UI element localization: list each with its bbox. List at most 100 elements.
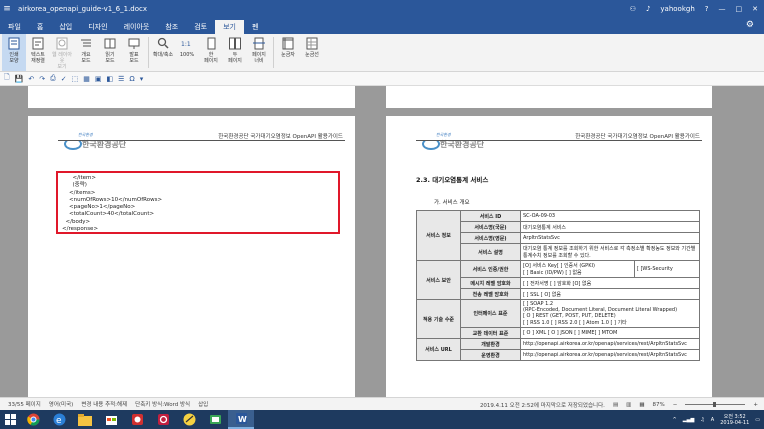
title-bar: ≡ airkorea_openapi_guide-v1_6_1.docx ⚇ ♪… xyxy=(0,0,764,18)
window-title: airkorea_openapi_guide-v1_6_1.docx xyxy=(18,5,148,13)
more-icon[interactable]: ▾ xyxy=(140,75,144,83)
file-explorer-icon[interactable] xyxy=(72,410,98,429)
row-value-extra: [ ]WS-Security xyxy=(633,260,701,278)
row-value: SC-OA-09-03 xyxy=(520,210,700,222)
last-saved-status: 2019.4.11 오전 2:52에 마지막으로 저장되었습니다. xyxy=(479,402,605,409)
word-icon[interactable]: W xyxy=(228,410,254,429)
volume-icon[interactable]: ♫ xyxy=(700,417,704,423)
minimize-button[interactable]: — xyxy=(719,5,726,13)
row-label: 서비스 ID xyxy=(460,210,521,222)
xml-response-sample[interactable]: </item> (중략) </items> <numOfRows>10</num… xyxy=(56,171,340,234)
row-value: 대기오염통계 서비스 xyxy=(520,221,700,233)
code-line: </items> xyxy=(62,189,96,196)
tab-references[interactable]: 참조 xyxy=(157,20,186,34)
ruler-toggle[interactable]: 눈금자 xyxy=(276,34,300,71)
app-green-icon[interactable] xyxy=(202,410,228,429)
edge-icon[interactable]: e xyxy=(46,410,72,429)
settings-gear-icon[interactable]: ⚙ xyxy=(746,20,754,30)
ime-icon[interactable]: A xyxy=(711,417,714,423)
zoom-in-icon[interactable]: + xyxy=(753,402,758,408)
tab-insert[interactable]: 삽입 xyxy=(51,20,80,34)
print-layout-button[interactable]: 인쇄 모양 xyxy=(2,34,26,71)
zoom-slider-knob[interactable] xyxy=(713,402,717,407)
svg-text:e: e xyxy=(56,416,62,426)
windows-start-icon[interactable] xyxy=(0,410,20,429)
language-indicator[interactable]: 영어(미국) xyxy=(49,400,74,408)
tab-layout[interactable]: 레이아웃 xyxy=(116,20,158,34)
zoom-100-button[interactable]: 1:1 100% xyxy=(175,34,199,71)
document-area[interactable]: 한국환경 한국환경공단 한국환경공단 국가대기오염정보 OpenAPI 활용가이… xyxy=(0,86,764,397)
page-34[interactable]: 한국환경 한국환경공단 한국환경공단 국가대기오염정보 OpenAPI 활용가이… xyxy=(386,116,712,397)
one-page-button[interactable]: 한 페이지 xyxy=(199,34,223,71)
redo-icon[interactable]: ↷ xyxy=(39,75,45,83)
multiple-pages-button[interactable]: 두 페이지 xyxy=(223,34,247,71)
gridlines-toggle[interactable]: 눈금선 xyxy=(300,34,324,71)
group-cell: 서비스 URL xyxy=(416,338,461,361)
web-layout-button[interactable]: 웹 레이아웃 보기 xyxy=(50,34,74,71)
zoom-out-icon[interactable]: − xyxy=(673,402,678,408)
zoom-button[interactable]: 확대/축소 xyxy=(151,34,175,71)
tray-expand-icon[interactable]: ^ xyxy=(673,417,677,423)
shortcut-mode-indicator[interactable]: 단축키 방식:Word 방식 xyxy=(135,400,190,408)
clock-date: 2019-04-11 xyxy=(720,419,750,426)
page-indicator[interactable]: 33/55 페이지 xyxy=(8,400,41,408)
page-width-button[interactable]: 페이지 너비 xyxy=(247,34,271,71)
tab-view[interactable]: 보기 xyxy=(215,20,244,34)
share-icon[interactable]: ⚇ xyxy=(630,5,636,13)
app-yellow-icon[interactable] xyxy=(176,410,202,429)
app-red-icon[interactable] xyxy=(124,410,150,429)
network-icon[interactable]: ▂▄▆ xyxy=(683,417,695,423)
help-button[interactable]: ? xyxy=(705,5,709,13)
read-mode-button[interactable]: 읽기 모드 xyxy=(98,34,122,71)
tab-review[interactable]: 검토 xyxy=(186,20,215,34)
gridlines-icon xyxy=(305,36,319,50)
table-icon[interactable]: ▦ xyxy=(83,75,90,83)
picture-icon[interactable]: ▣ xyxy=(95,75,102,83)
notification-icon[interactable]: ♪ xyxy=(646,5,650,13)
close-button[interactable]: ✕ xyxy=(752,5,758,13)
tab-pen[interactable]: 펜 xyxy=(244,20,266,34)
read-view-icon[interactable]: ▥ xyxy=(626,402,631,408)
system-clock[interactable]: 오전 3:52 2019-04-11 xyxy=(720,414,749,426)
user-name[interactable]: yahookgh xyxy=(660,5,694,13)
ribbon-separator xyxy=(273,37,274,68)
shapes-icon[interactable]: ◧ xyxy=(106,75,113,83)
presentation-mode-button[interactable]: 발표 모드 xyxy=(122,34,146,71)
tab-home[interactable]: 홈 xyxy=(29,20,51,34)
text-reflow-button[interactable]: 텍스트 재정렬 xyxy=(26,34,50,71)
spelling-icon[interactable]: ✓ xyxy=(61,75,67,83)
track-changes-indicator[interactable]: 변경 내용 추적:해제 xyxy=(81,400,127,408)
header-guide-title: 한국환경공단 국가대기오염정보 OpenAPI 활용가이드 xyxy=(218,134,343,140)
page-33[interactable]: 한국환경 한국환경공단 한국환경공단 국가대기오염정보 OpenAPI 활용가이… xyxy=(28,116,355,397)
outline-mode-button[interactable]: 개요 모드 xyxy=(74,34,98,71)
header-rule xyxy=(416,140,702,141)
one-page-icon xyxy=(204,36,218,50)
undo-icon[interactable]: ↶ xyxy=(28,75,34,83)
print-preview-icon[interactable]: ⎙ xyxy=(50,74,56,83)
previous-page-bottom-right xyxy=(386,86,712,108)
tab-file[interactable]: 파일 xyxy=(0,20,29,34)
symbol-icon[interactable]: Ω xyxy=(129,75,134,83)
print-layout-view-icon[interactable]: ▤ xyxy=(613,402,618,408)
zoom-slider[interactable] xyxy=(685,402,746,407)
store-icon[interactable] xyxy=(98,410,124,429)
bullets-icon[interactable]: ☰ xyxy=(118,75,124,83)
ribbon-tabs: 파일 홈 삽입 디자인 레이아웃 참조 검토 보기 펜 ⚙ xyxy=(0,18,764,34)
hamburger-menu-icon[interactable]: ≡ xyxy=(0,4,14,14)
insert-mode-indicator[interactable]: 삽입 xyxy=(198,400,208,408)
app-refresh-icon[interactable] xyxy=(150,410,176,429)
row-label: 교환 데이터 표준 xyxy=(460,327,521,339)
row-label: 전송 레벨 암호화 xyxy=(460,288,521,300)
maximize-button[interactable]: □ xyxy=(736,5,743,13)
save-icon[interactable]: 💾 xyxy=(15,75,24,83)
new-document-icon[interactable]: 🗋 xyxy=(4,73,10,84)
page-header: 한국환경 한국환경공단 한국환경공단 국가대기오염정보 OpenAPI 활용가이… xyxy=(386,132,712,158)
action-center-icon[interactable]: ▭ xyxy=(755,417,760,423)
row-value: [ ] SOAP 1.2 (RPC-Encoded, Document Lite… xyxy=(520,299,700,328)
tab-design[interactable]: 디자인 xyxy=(80,20,115,34)
chrome-icon[interactable] xyxy=(20,410,46,429)
web-view-icon[interactable]: ▦ xyxy=(639,402,644,408)
zoom-percent[interactable]: 87% xyxy=(653,402,665,408)
row-label: 개발환경 xyxy=(460,338,521,350)
select-icon[interactable]: ⬚ xyxy=(72,75,79,83)
